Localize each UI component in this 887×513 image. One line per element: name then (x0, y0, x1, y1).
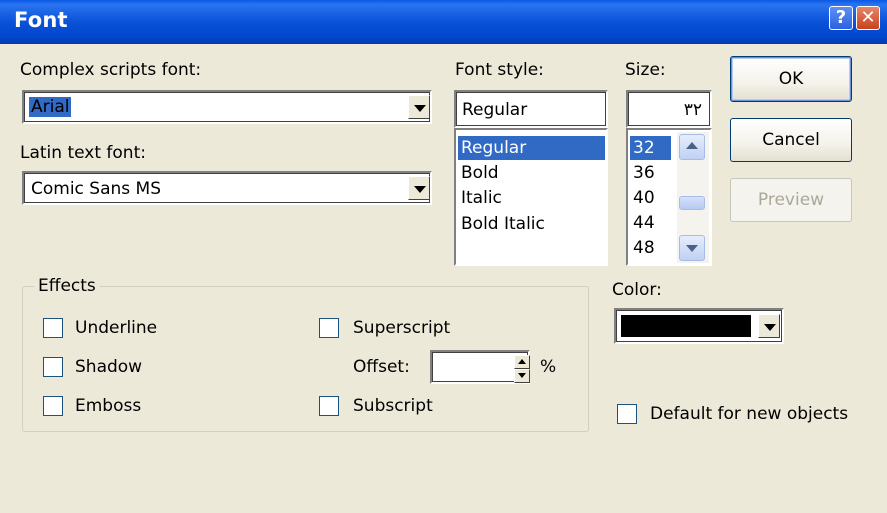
preview-button: Preview (730, 178, 852, 222)
emboss-checkbox[interactable] (43, 396, 63, 416)
latin-font-value[interactable]: Comic Sans MS (31, 179, 161, 199)
font-style-option[interactable]: Bold (458, 161, 499, 185)
complex-font-value[interactable]: Arial (29, 97, 72, 117)
size-label: Size: (625, 60, 666, 80)
size-option[interactable]: 32 (630, 136, 671, 160)
latin-font-label: Latin text font: (20, 143, 146, 163)
underline-label[interactable]: Underline (75, 318, 157, 338)
close-icon: ✕ (860, 7, 876, 28)
size-option[interactable]: 44 (630, 211, 655, 235)
shadow-label[interactable]: Shadow (75, 357, 142, 377)
size-option[interactable]: 36 (630, 161, 655, 185)
size-scrollbar[interactable] (677, 132, 709, 263)
latin-font-dropdown-icon[interactable] (408, 176, 430, 200)
underline-checkbox[interactable] (43, 318, 63, 338)
font-style-input[interactable]: Regular (454, 90, 608, 128)
scroll-up-icon[interactable] (679, 134, 705, 160)
ok-button[interactable]: OK (730, 56, 852, 102)
size-option[interactable]: 48 (630, 236, 655, 260)
font-style-list[interactable]: Regular Bold Italic Bold Italic (454, 128, 608, 266)
scroll-thumb[interactable] (679, 196, 705, 210)
subscript-label[interactable]: Subscript (353, 396, 433, 416)
subscript-checkbox[interactable] (319, 396, 339, 416)
default-label[interactable]: Default for new objects (650, 404, 848, 424)
font-dialog: Font ? ✕ Complex scripts font: Arial Lat… (0, 0, 887, 513)
size-input[interactable]: ٣٢ (626, 90, 712, 128)
close-button[interactable]: ✕ (856, 6, 880, 30)
latin-font-combobox[interactable]: Comic Sans MS (22, 171, 432, 205)
font-style-option[interactable]: Bold Italic (458, 212, 545, 236)
offset-input[interactable] (430, 350, 530, 384)
size-value[interactable]: ٣٢ (684, 100, 702, 120)
help-icon: ? (835, 7, 847, 28)
emboss-label[interactable]: Emboss (75, 396, 141, 416)
spin-up-icon[interactable] (514, 355, 530, 369)
spin-down-icon[interactable] (514, 369, 530, 383)
cancel-button[interactable]: Cancel (730, 118, 852, 162)
superscript-checkbox[interactable] (319, 318, 339, 338)
size-option[interactable]: 40 (630, 186, 655, 210)
default-checkbox[interactable] (617, 404, 637, 424)
help-button[interactable]: ? (829, 6, 853, 30)
percent-label: % (540, 357, 557, 377)
effects-label: Effects (34, 276, 100, 296)
complex-font-combobox[interactable]: Arial (22, 90, 432, 124)
font-style-option[interactable]: Italic (458, 186, 502, 210)
complex-font-label: Complex scripts font: (20, 60, 202, 80)
font-style-label: Font style: (455, 60, 544, 80)
color-picker[interactable] (614, 308, 784, 344)
offset-label: Offset: (353, 357, 410, 377)
color-label: Color: (612, 280, 662, 300)
superscript-label[interactable]: Superscript (353, 318, 450, 338)
color-dropdown-icon[interactable] (758, 314, 780, 338)
font-style-value[interactable]: Regular (462, 100, 527, 120)
title-bar: Font ? ✕ (0, 0, 887, 44)
offset-spinner[interactable] (430, 350, 530, 384)
window-title: Font (14, 8, 68, 32)
color-swatch (621, 315, 751, 337)
font-style-option[interactable]: Regular (458, 136, 605, 160)
scroll-down-icon[interactable] (679, 235, 705, 261)
shadow-checkbox[interactable] (43, 357, 63, 377)
complex-font-dropdown-icon[interactable] (408, 95, 430, 119)
